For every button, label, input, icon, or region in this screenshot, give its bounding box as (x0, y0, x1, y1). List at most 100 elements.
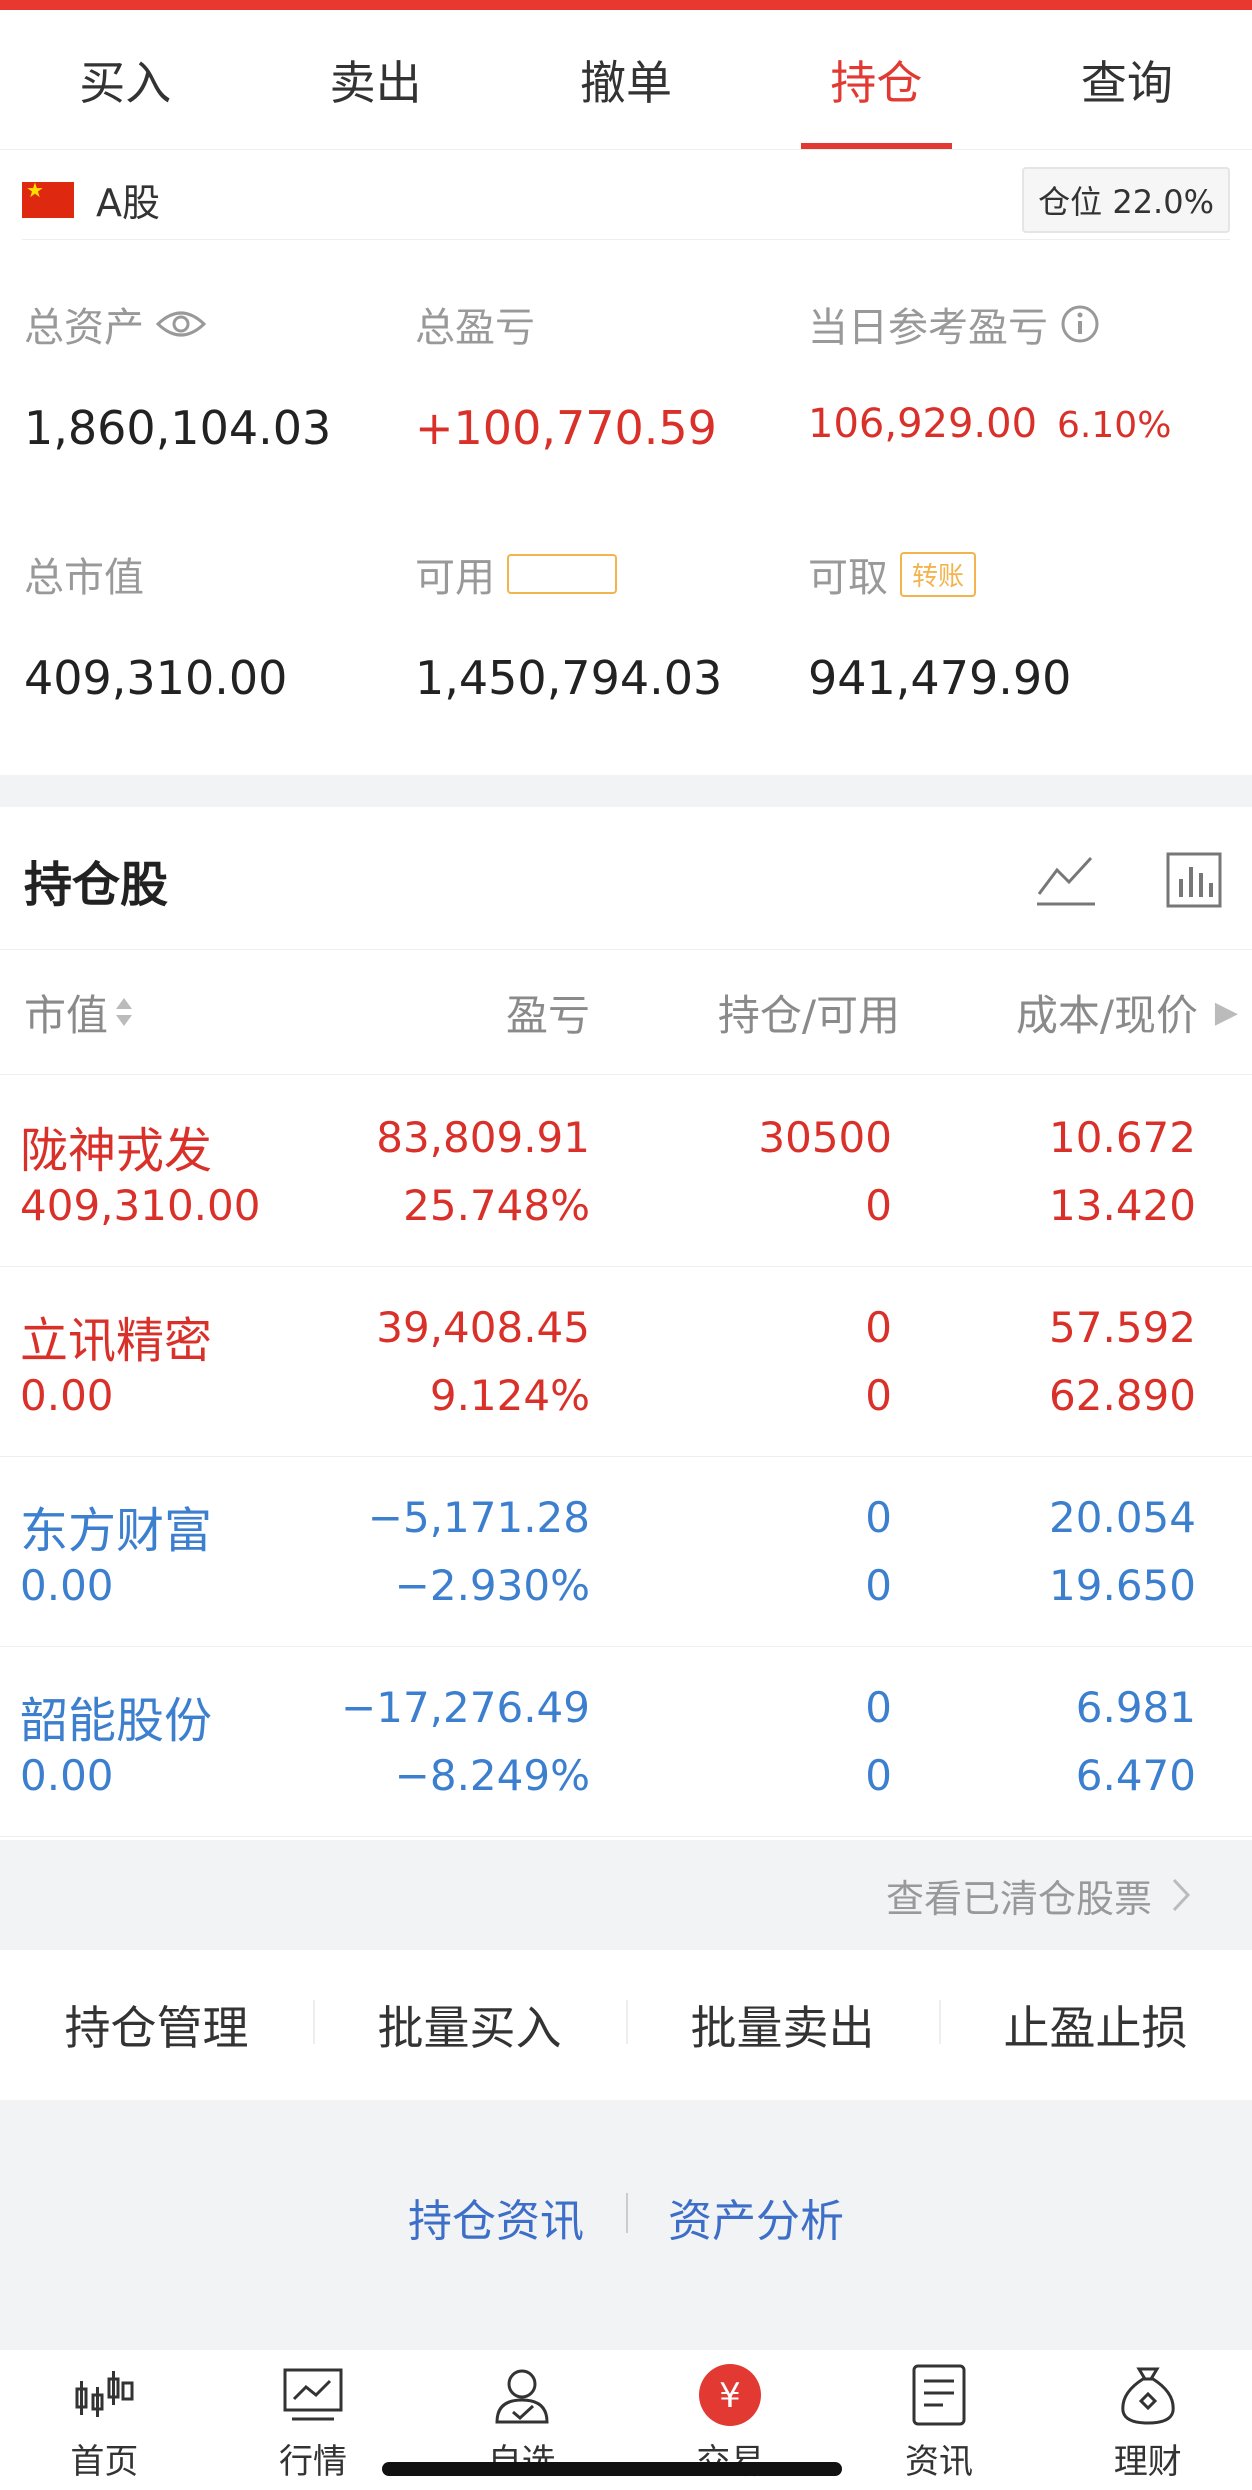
profit-loss-pct: −2.930% (394, 1561, 590, 1610)
profit-loss: 39,408.45 (376, 1303, 590, 1352)
cost-price: 20.054 (1049, 1493, 1196, 1542)
account-row[interactable]: A股 仓位 22.0% (22, 160, 1230, 240)
holdings-header: 持仓股 (0, 810, 1252, 950)
transfer-tag[interactable]: 转账 (900, 551, 977, 597)
chevron-right-icon (1172, 1878, 1191, 1912)
home-indicator (382, 2462, 842, 2476)
cost-price: 57.592 (1049, 1303, 1196, 1352)
batch-sell-button[interactable]: 批量卖出 (626, 1992, 939, 2058)
top-accent-bar (0, 0, 1252, 10)
table-row[interactable]: 东方财富 0.00 −5,171.28 −2.930% 0 0 20.054 19.650 (0, 1457, 1252, 1647)
current-price: 19.650 (1049, 1561, 1196, 1610)
market-value: 0.00 (20, 1371, 114, 1420)
total-assets-value: 1,860,104.03 (24, 401, 332, 455)
available-qty: 0 (865, 1751, 892, 1800)
person-icon (489, 2362, 555, 2428)
chevron-right-icon[interactable]: ▶ (1215, 995, 1238, 1030)
tab-sell[interactable]: 卖出 (250, 10, 500, 149)
stat-market-value: 总市值 409,310.00 (24, 545, 287, 705)
available-label: 可用 (415, 555, 495, 601)
holding-qty: 0 (865, 1683, 892, 1732)
bottom-nav: 首页 行情 自选 ¥ 交易 资讯 理财 (0, 2350, 1252, 2490)
trade-tabs: 买入 卖出 撤单 持仓 查询 (0, 10, 1252, 150)
withdrawable-value: 941,479.90 (808, 651, 1072, 705)
column-pl: 盈亏 (505, 990, 590, 1040)
asset-analysis-link[interactable]: 资产分析 (626, 2185, 886, 2249)
today-pl-label: 当日参考盈亏 (808, 305, 1048, 351)
holdings-news-link[interactable]: 持仓资讯 (366, 2185, 626, 2249)
cost-price: 10.672 (1049, 1113, 1196, 1162)
column-hold-avail: 持仓/可用 (717, 990, 900, 1040)
profit-loss-pct: −8.249% (394, 1751, 590, 1800)
tab-cancel[interactable]: 撤单 (501, 10, 751, 149)
stat-total-assets: 总资产 1,860,104.03 (24, 295, 331, 455)
profit-loss: −17,276.49 (341, 1683, 590, 1732)
table-row[interactable]: 韶能股份 0.00 −17,276.49 −8.249% 0 0 6.981 6.470 (0, 1647, 1252, 1837)
cost-price: 6.981 (1075, 1683, 1196, 1732)
withdrawable-label: 可取 (808, 555, 888, 601)
svg-text:¥: ¥ (720, 2376, 742, 2416)
current-price: 62.890 (1049, 1371, 1196, 1420)
stock-name: 陇神戎发 (20, 1123, 213, 1179)
candlestick-icon (71, 2362, 137, 2428)
account-name: A股 (96, 181, 160, 225)
bar-chart-icon[interactable] (1160, 846, 1228, 914)
nav-news[interactable]: 资讯 (835, 2350, 1044, 2490)
tab-query[interactable]: 查询 (1002, 10, 1252, 149)
china-flag-icon (22, 178, 74, 218)
manage-positions-button[interactable]: 持仓管理 (0, 1992, 313, 2058)
stock-name: 立讯精密 (20, 1313, 213, 1369)
current-price: 13.420 (1049, 1181, 1196, 1230)
total-pl-label: 总盈亏 (415, 305, 535, 351)
table-row[interactable]: 陇神戎发 409,310.00 83,809.91 25.748% 30500 0 10.6… (0, 1077, 1252, 1267)
position-ratio-badge: 仓位 22.0% (1022, 166, 1230, 233)
available-value: 1,450,794.03 (415, 651, 723, 705)
nav-home[interactable]: 首页 (0, 2350, 209, 2490)
document-icon (906, 2362, 972, 2428)
available-qty: 0 (865, 1181, 892, 1230)
stop-loss-button[interactable]: 止盈止损 (939, 1992, 1252, 2058)
column-market-value[interactable]: 市值 (24, 982, 134, 1043)
market-value-value: 409,310.00 (24, 651, 288, 705)
eye-icon[interactable] (156, 308, 206, 340)
market-value: 0.00 (20, 1561, 114, 1610)
current-price: 6.470 (1075, 1751, 1196, 1800)
total-pl-value: +100,770.59 (415, 401, 717, 455)
stat-today-pl: 当日参考盈亏 106,929.00 6.10% (808, 295, 1171, 447)
chart-line-icon (280, 2362, 346, 2428)
stat-withdrawable: 可取 转账 941,479.90 (808, 545, 1071, 705)
batch-buy-button[interactable]: 批量买入 (313, 1992, 626, 2058)
nav-wealth[interactable]: 理财 (1043, 2350, 1252, 2490)
column-cost-price: 成本/现价 (1015, 990, 1198, 1040)
info-links: 持仓资讯 资产分析 (0, 2100, 1252, 2350)
today-pl-value: 106,929.00 (808, 401, 1038, 447)
profit-loss: 83,809.91 (376, 1113, 590, 1162)
stock-name: 东方财富 (20, 1503, 213, 1559)
holdings-columns: 市值 盈亏 持仓/可用 成本/现价 ▶ (0, 950, 1252, 1075)
tab-buy[interactable]: 买入 (0, 10, 250, 149)
market-value: 0.00 (20, 1751, 114, 1800)
available-qty: 0 (865, 1561, 892, 1610)
stat-available: 可用 1,450,794.03 (415, 545, 722, 705)
available-tag[interactable] (507, 554, 617, 594)
market-value-label: 总市值 (24, 555, 144, 601)
market-value: 409,310.00 (20, 1181, 261, 1230)
section-divider (0, 775, 1252, 807)
holdings-title: 持仓股 (24, 856, 169, 913)
info-icon[interactable] (1060, 304, 1100, 344)
profit-loss-pct: 9.124% (429, 1371, 590, 1420)
holding-qty: 0 (865, 1493, 892, 1542)
tab-positions[interactable]: 持仓 (751, 10, 1001, 149)
profit-loss: −5,171.28 (367, 1493, 590, 1542)
sort-icon (116, 998, 133, 1026)
stock-name: 韶能股份 (20, 1693, 213, 1749)
holding-qty: 0 (865, 1303, 892, 1352)
yuan-icon: ¥ (697, 2362, 763, 2428)
holdings-actions: 持仓管理 批量买入 批量卖出 止盈止损 (0, 1950, 1252, 2100)
view-cleared-stocks-link[interactable]: 查看已清仓股票 (0, 1840, 1252, 1950)
available-qty: 0 (865, 1371, 892, 1420)
today-pl-pct: 6.10% (1057, 405, 1172, 446)
stat-total-pl: 总盈亏 +100,770.59 (415, 295, 717, 455)
trend-chart-icon[interactable] (1032, 846, 1100, 914)
table-row[interactable]: 立讯精密 0.00 39,408.45 9.124% 0 0 57.592 62.890 (0, 1267, 1252, 1457)
